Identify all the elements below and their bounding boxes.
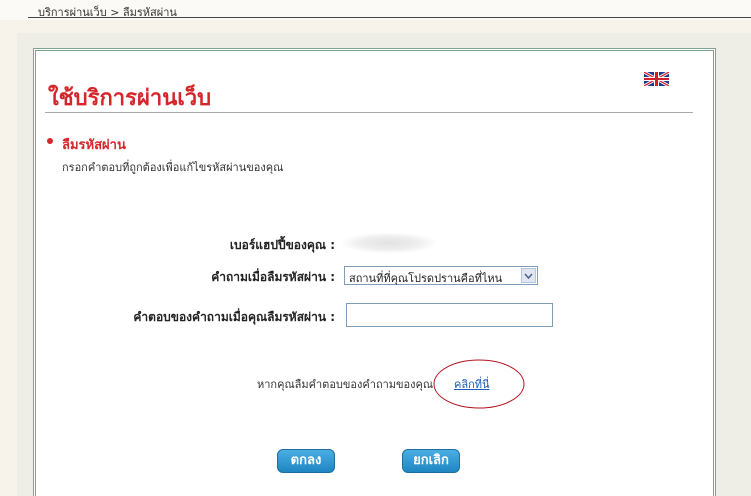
chevron-down-icon[interactable]: [521, 268, 536, 283]
uk-flag-icon[interactable]: [644, 72, 669, 86]
question-select[interactable]: สถานที่ที่คุณโปรดปรานคือที่ไหน: [344, 266, 538, 285]
answer-input[interactable]: [346, 303, 553, 327]
question-select-value: สถานที่ที่คุณโปรดปรานคือที่ไหน: [349, 272, 503, 285]
red-circle-annotation: [433, 359, 525, 409]
section-title: ลืมรหัสผ่าน: [62, 138, 126, 153]
ok-button[interactable]: ตกลง: [277, 449, 335, 473]
divider: [28, 17, 751, 18]
instruction-text: กรอกคำตอบที่ถูกต้องเพื่อแก้ไขรหัสผ่านของ…: [62, 161, 284, 174]
hint-text: หากคุณลืมคำตอบของคำถามของคุณ: [257, 378, 434, 391]
cancel-button[interactable]: ยกเลิก: [402, 449, 460, 473]
question-label: คำถามเมื่อลืมรหัสผ่าน :: [211, 270, 335, 284]
title-divider: [45, 112, 693, 113]
answer-label: คำตอบของคำถามเมื่อคุณลืมรหัสผ่าน :: [133, 310, 335, 324]
number-label: เบอร์แฮปปี้ของคุณ :: [229, 238, 335, 252]
page-title: ใช้บริการผ่านเว็บ: [48, 86, 212, 111]
bullet-icon: [47, 138, 53, 144]
masked-number-value: [343, 233, 435, 253]
breadcrumb[interactable]: บริการผ่านเว็บ > ลืมรหัสผ่าน: [38, 3, 177, 21]
